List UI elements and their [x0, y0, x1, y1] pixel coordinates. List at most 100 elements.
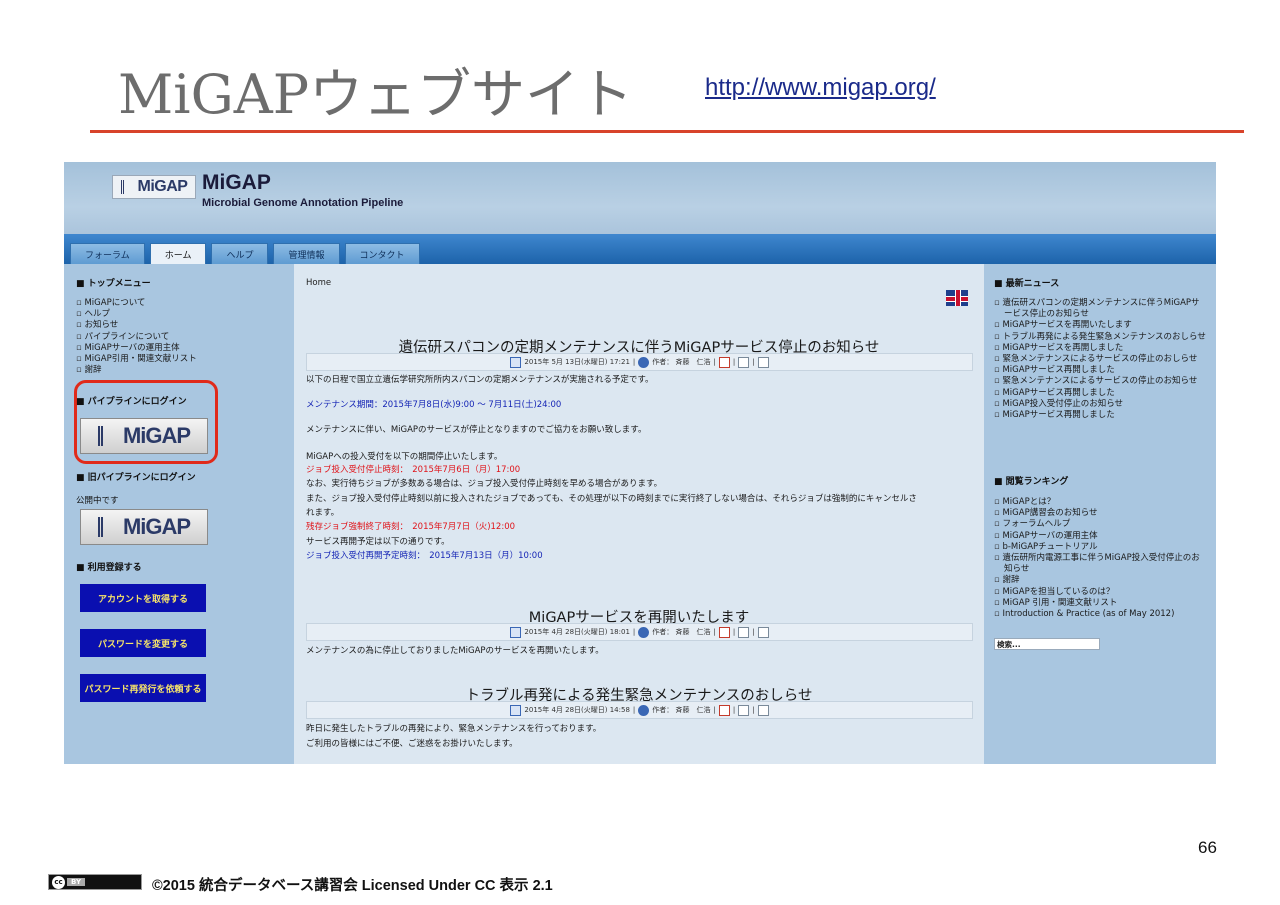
article-line: ジョブ投入受付停止時刻： 2015年7月6日（月）17:00 [306, 465, 521, 475]
article-meta-bar: 2015年 4月 28日(火曜日) 14:58 | 作者： 斉藤 仁浩 | | | [306, 701, 973, 719]
author-icon [638, 626, 650, 638]
news-heading: 最新ニュース [994, 276, 1060, 289]
separator: | [713, 358, 716, 366]
news-item[interactable]: 緊急メンテナンスによるサービスの停止のお知らせ [994, 376, 1208, 387]
ranking-item[interactable]: Introduction & Practice (as of May 2012) [994, 609, 1208, 620]
ranking-item[interactable]: MiGAP 引用・関連文献リスト [994, 598, 1208, 609]
separator: | [713, 628, 716, 636]
ranking-item[interactable]: 謝辞 [994, 575, 1208, 586]
article-author: 作者： 斉藤 仁浩 [652, 358, 711, 366]
news-item[interactable]: 遺伝研スパコンの定期メンテナンスに伴うMiGAPサービス停止のお知らせ [994, 298, 1208, 320]
ranking-item[interactable]: MiGAP講習会のお知らせ [994, 508, 1208, 519]
news-item[interactable]: トラブル再発による発生緊急メンテナンスのおしらせ [994, 332, 1208, 343]
nav-tab-4[interactable]: コンタクト [344, 243, 420, 264]
email-icon[interactable] [757, 356, 769, 368]
news-item[interactable]: MiGAPサービスを再開しました [994, 343, 1208, 354]
ranking-item[interactable]: MiGAPサーバの運用主体 [994, 531, 1208, 542]
top-menu-item[interactable]: 謝辞 [76, 365, 197, 376]
top-menu-heading: トップメニュー [76, 276, 151, 289]
pdf-icon[interactable] [718, 356, 730, 368]
separator: | [732, 706, 736, 714]
top-menu-item[interactable]: お知らせ [76, 320, 197, 331]
article-meta-bar: 2015年 4月 28日(火曜日) 18:01 | 作者： 斉藤 仁浩 | | | [306, 623, 973, 641]
article-line: 残存ジョブ強制終了時刻： 2015年7月7日（火)12:00 [306, 522, 516, 532]
ranking-item[interactable]: b-MiGAPチュートリアル [994, 542, 1208, 553]
separator: | [732, 358, 736, 366]
pdf-icon[interactable] [718, 704, 730, 716]
breadcrumb[interactable]: Home [306, 278, 331, 288]
login-button-logo: MiGAP [122, 423, 191, 448]
site-logo-text: MiGAP [137, 178, 188, 195]
right-sidebar: 最新ニュース 遺伝研スパコンの定期メンテナンスに伴うMiGAPサービス停止のお知… [984, 264, 1216, 764]
search-input[interactable]: 検索... [994, 638, 1100, 650]
top-menu-list: MiGAPについてヘルプお知らせパイプラインについてMiGAPサーバの運用主体M… [76, 298, 197, 376]
news-list: 遺伝研スパコンの定期メンテナンスに伴うMiGAPサービス停止のお知らせMiGAP… [994, 298, 1208, 421]
ranking-item[interactable]: MiGAPを担当しているのは？ [994, 587, 1208, 598]
article-date: 2015年 4月 28日(火曜日) 18:01 [524, 628, 630, 636]
article-line: ご利用の皆様にはご不便、ご迷惑をお掛けいたします。 [306, 739, 518, 749]
migap-url-link[interactable]: http://www.migap.org/ [705, 74, 936, 102]
news-item[interactable]: MiGAPサービスを再開いたします [994, 320, 1208, 331]
email-icon[interactable] [757, 704, 769, 716]
page-number: 66 [1198, 838, 1217, 857]
print-icon[interactable] [738, 626, 750, 638]
ranking-item[interactable]: フォーラムヘルプ [994, 519, 1208, 530]
author-icon [638, 704, 650, 716]
article-line: メンテナンス期間：2015年7月8日(水)9:00 〜 7月11日(土)24:0… [306, 400, 562, 410]
calendar-icon [510, 626, 522, 638]
top-menu-item[interactable]: ヘルプ [76, 309, 197, 320]
top-menu-item[interactable]: パイプラインについて [76, 332, 197, 343]
article-author: 作者： 斉藤 仁浩 [652, 706, 711, 714]
separator: | [632, 628, 636, 636]
calendar-icon [510, 704, 522, 716]
top-menu-item[interactable]: MiGAPサーバの運用主体 [76, 343, 197, 354]
separator: | [632, 358, 636, 366]
nav-tab-2[interactable]: ヘルプ [211, 243, 269, 264]
ranking-heading: 閲覧ランキング [994, 474, 1069, 487]
email-icon[interactable] [757, 626, 769, 638]
separator: | [713, 706, 716, 714]
ranking-item[interactable]: MiGAPとは？ [994, 497, 1208, 508]
site-logo[interactable]: MiGAP [112, 175, 196, 199]
pipeline-login-button[interactable]: MiGAP [80, 418, 208, 454]
article-line: また、ジョブ投入受付停止時刻以前に投入されたジョブであっても、その処理が以下の時… [306, 494, 917, 504]
news-item[interactable]: MiGAP投入受付停止のお知らせ [994, 399, 1208, 410]
top-menu-item[interactable]: MiGAPについて [76, 298, 197, 309]
article-line: 昨日に発生したトラブルの再発により、緊急メンテナンスを行っております。 [306, 724, 602, 734]
article-line: なお、実行待ちジョブが多数ある場合は、ジョブ投入受付停止時刻を早める場合がありま… [306, 479, 663, 489]
news-item[interactable]: MiGAPサービス再開しました [994, 388, 1208, 399]
nav-tabs: フォーラム ホーム ヘルプ 管理情報 コンタクト [70, 243, 420, 264]
nav-tab-0[interactable]: フォーラム [70, 243, 145, 264]
cc-license-icon: cc BY [48, 874, 142, 890]
calendar-icon [510, 356, 522, 368]
change-password-button[interactable]: パスワードを変更する [80, 629, 206, 657]
uk-flag-icon[interactable] [946, 290, 968, 306]
article-line: ジョブ投入受付再開予定時刻： 2015年7月13日（月）10:00 [306, 551, 543, 561]
print-icon[interactable] [738, 704, 750, 716]
old-pipeline-login-button[interactable]: MiGAP [80, 509, 208, 545]
nav-tab-1[interactable]: ホーム [149, 243, 207, 264]
print-icon[interactable] [738, 356, 750, 368]
news-item[interactable]: 緊急メンテナンスによるサービスの停止のおしらせ [994, 354, 1208, 365]
article-meta-bar: 2015年 5月 13日(水曜日) 17:21 | 作者： 斉藤 仁浩 | | | [306, 353, 973, 371]
get-account-button[interactable]: アカウントを取得する [80, 584, 206, 612]
separator: | [752, 706, 755, 714]
article-author: 作者： 斉藤 仁浩 [652, 628, 711, 636]
login-heading: パイプラインにログイン [76, 394, 187, 407]
article-line: メンテナンスの為に停止しておりましたMiGAPのサービスを再開いたします。 [306, 646, 604, 656]
pdf-icon[interactable] [718, 626, 730, 638]
reissue-password-button[interactable]: パスワード再発行を依頼する [80, 674, 206, 702]
slide-title: MiGAPウェブサイト [118, 63, 634, 126]
article-line: サービス再開予定は以下の通りです。 [306, 537, 450, 547]
news-item[interactable]: MiGAPサービス再開しました [994, 410, 1208, 421]
copyright-text: ©2015 統合データベース講習会 Licensed Under CC 表示 2… [152, 878, 553, 894]
nav-tab-3[interactable]: 管理情報 [273, 243, 340, 264]
cc-circle-icon: cc [52, 875, 65, 889]
ranking-item[interactable]: 遺伝研所内電源工事に伴うMiGAP投入受付停止のお知らせ [994, 553, 1208, 575]
news-item[interactable]: MiGAPサービス再開しました [994, 365, 1208, 376]
old-login-heading: 旧パイプラインにログイン [76, 470, 196, 483]
register-heading: 利用登録する [76, 560, 142, 573]
top-menu-item[interactable]: MiGAP引用・関連文献リスト [76, 354, 196, 365]
separator: | [752, 628, 755, 636]
article-line: 以下の日程で国立立遺伝学研究所所内スパコンの定期メンテナンスが実施される予定です… [306, 375, 654, 385]
